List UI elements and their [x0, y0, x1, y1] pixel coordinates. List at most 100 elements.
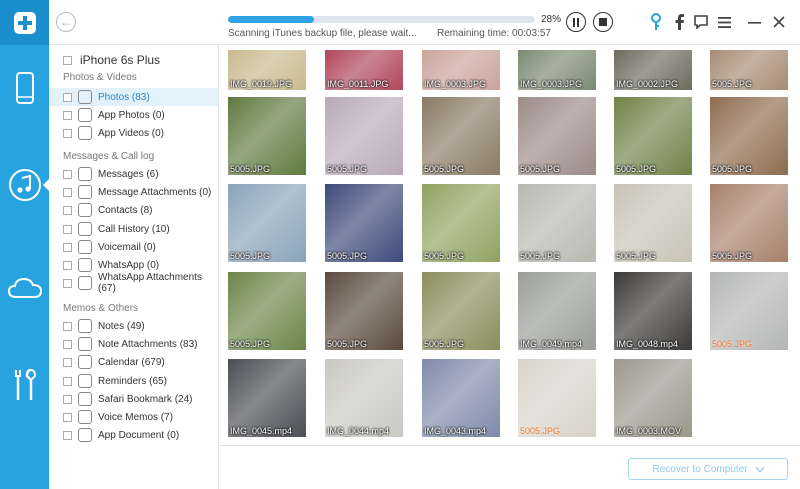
- thumbnail-caption: IMG_0049.mp4: [520, 339, 583, 349]
- key-button[interactable]: [647, 13, 665, 31]
- tree-item[interactable]: Message Attachments (0): [49, 183, 218, 201]
- photo-thumbnail[interactable]: IMG_0019.JPG: [228, 50, 306, 90]
- facebook-button[interactable]: [670, 13, 688, 31]
- tree-item[interactable]: WhatsApp Attachments (67): [49, 272, 218, 294]
- tree-item[interactable]: App Photos (0): [49, 106, 218, 124]
- rail-tools-button[interactable]: [0, 355, 49, 415]
- rail-icloud-button[interactable]: [0, 258, 49, 318]
- thumbnail-image: 5005.JPG: [325, 184, 403, 262]
- item-checkbox[interactable]: [63, 110, 72, 120]
- photo-thumbnail[interactable]: 5005.JPG: [710, 272, 788, 350]
- back-button[interactable]: ←: [56, 12, 76, 32]
- photo-thumbnail[interactable]: 5005.JPG: [422, 184, 500, 262]
- whatsapp-attachment-icon: [78, 276, 92, 290]
- tree-item[interactable]: App Videos (0): [49, 124, 218, 142]
- chat-icon: [694, 15, 708, 29]
- item-checkbox[interactable]: [63, 357, 72, 367]
- recover-label: Recover to Computer: [652, 463, 748, 475]
- thumbnail-caption: 5005.JPG: [424, 164, 465, 174]
- photo-thumbnail[interactable]: IMG_0049.mp4: [518, 272, 596, 350]
- feedback-button[interactable]: [692, 13, 710, 31]
- tree-item[interactable]: Voicemail (0): [49, 238, 218, 256]
- photo-thumbnail[interactable]: IMG_0044.mp4: [325, 359, 403, 437]
- item-checkbox[interactable]: [63, 339, 72, 349]
- photo-thumbnail[interactable]: 5005.JPG: [518, 184, 596, 262]
- tree-item[interactable]: Safari Bookmark (24): [49, 390, 218, 408]
- thumbnail-caption: 5005.JPG: [520, 251, 561, 261]
- tree-item[interactable]: Contacts (8): [49, 201, 218, 219]
- recover-to-computer-button[interactable]: Recover to Computer: [628, 458, 788, 480]
- item-checkbox[interactable]: [63, 412, 72, 422]
- thumbnail-caption: 5005.JPG: [424, 251, 465, 261]
- photo-thumbnail[interactable]: 5005.JPG: [518, 359, 596, 437]
- photo-thumbnail[interactable]: IMG_0011.JPG: [325, 50, 403, 90]
- thumbnail-caption: 5005.JPG: [327, 251, 368, 261]
- attachment-icon: [78, 185, 92, 199]
- photo-thumbnail[interactable]: 5005.JPG: [422, 97, 500, 175]
- photo-thumbnail[interactable]: IMG_0048.mp4: [614, 272, 692, 350]
- stop-button[interactable]: [593, 12, 613, 32]
- photo-thumbnail[interactable]: 5005.JPG: [325, 272, 403, 350]
- photo-thumbnail[interactable]: IMG_0045.mp4: [228, 359, 306, 437]
- thumbnail-caption: 5005.JPG: [520, 426, 561, 436]
- item-checkbox[interactable]: [63, 169, 72, 179]
- photo-thumbnail[interactable]: 5005.JPG: [325, 97, 403, 175]
- item-checkbox[interactable]: [63, 128, 72, 138]
- item-checkbox[interactable]: [63, 394, 72, 404]
- tree-item[interactable]: Voice Memos (7): [49, 408, 218, 426]
- thumbnail-image: 5005.JPG: [614, 97, 692, 175]
- tree-item[interactable]: App Document (0): [49, 426, 218, 444]
- item-checkbox[interactable]: [63, 321, 72, 331]
- device-row[interactable]: iPhone 6s Plus: [63, 53, 160, 67]
- voicemail-icon: [78, 240, 92, 254]
- photo-thumbnail[interactable]: 5005.JPG: [228, 97, 306, 175]
- photo-thumbnail[interactable]: 5005.JPG: [614, 97, 692, 175]
- photo-thumbnail[interactable]: IMG_0003.JPG: [518, 50, 596, 90]
- photo-thumbnail[interactable]: 5005.JPG: [710, 97, 788, 175]
- thumbnail-caption: 5005.JPG: [327, 339, 368, 349]
- item-checkbox[interactable]: [63, 260, 72, 270]
- tree-item[interactable]: Reminders (65): [49, 372, 218, 390]
- item-checkbox[interactable]: [63, 224, 72, 234]
- photo-thumbnail[interactable]: IMG_0003.JPG: [422, 50, 500, 90]
- photo-thumbnail[interactable]: 5005.JPG: [614, 184, 692, 262]
- thumbnail-caption: 5005.JPG: [712, 339, 753, 349]
- photo-thumbnail[interactable]: IMG_0002.JPG: [614, 50, 692, 90]
- tree-item[interactable]: Call History (10): [49, 220, 218, 238]
- notes-icon: [78, 319, 92, 333]
- section-header: Photos & Videos: [63, 72, 137, 83]
- item-checkbox[interactable]: [63, 187, 72, 197]
- photo-thumbnail[interactable]: 5005.JPG: [422, 272, 500, 350]
- close-button[interactable]: [770, 13, 788, 31]
- device-checkbox[interactable]: [63, 55, 72, 65]
- tree-item[interactable]: Calendar (679): [49, 353, 218, 371]
- pause-button[interactable]: [566, 12, 586, 32]
- photo-thumbnail[interactable]: IMG_0043.mp4: [422, 359, 500, 437]
- item-checkbox[interactable]: [63, 92, 72, 102]
- section-header: Memos & Others: [63, 303, 139, 314]
- minimize-button[interactable]: [745, 13, 763, 31]
- item-checkbox[interactable]: [63, 430, 72, 440]
- item-checkbox[interactable]: [63, 205, 72, 215]
- tree-item[interactable]: Photos (83): [49, 88, 218, 106]
- rail-device-button[interactable]: [0, 58, 49, 118]
- photo-thumbnail[interactable]: 5005.JPG: [710, 50, 788, 90]
- music-icon: [8, 169, 41, 201]
- thumbnail-caption: IMG_0019.JPG: [230, 79, 293, 89]
- photo-thumbnail[interactable]: 5005.JPG: [325, 184, 403, 262]
- rail-itunes-button[interactable]: [0, 155, 49, 215]
- photo-thumbnail[interactable]: 5005.JPG: [228, 272, 306, 350]
- photo-thumbnail[interactable]: 5005.JPG: [710, 184, 788, 262]
- menu-button[interactable]: [715, 13, 733, 31]
- item-checkbox[interactable]: [63, 278, 72, 288]
- tree-item[interactable]: Messages (6): [49, 165, 218, 183]
- thumbnail-image: 5005.JPG: [614, 184, 692, 262]
- tree-item[interactable]: Note Attachments (83): [49, 335, 218, 353]
- item-checkbox[interactable]: [63, 376, 72, 386]
- item-checkbox[interactable]: [63, 242, 72, 252]
- photo-thumbnail[interactable]: 5005.JPG: [228, 184, 306, 262]
- app-photos-icon: [78, 108, 92, 122]
- tree-item[interactable]: Notes (49): [49, 317, 218, 335]
- photo-thumbnail[interactable]: IMG_0003.MOV: [614, 359, 692, 437]
- photo-thumbnail[interactable]: 5005.JPG: [518, 97, 596, 175]
